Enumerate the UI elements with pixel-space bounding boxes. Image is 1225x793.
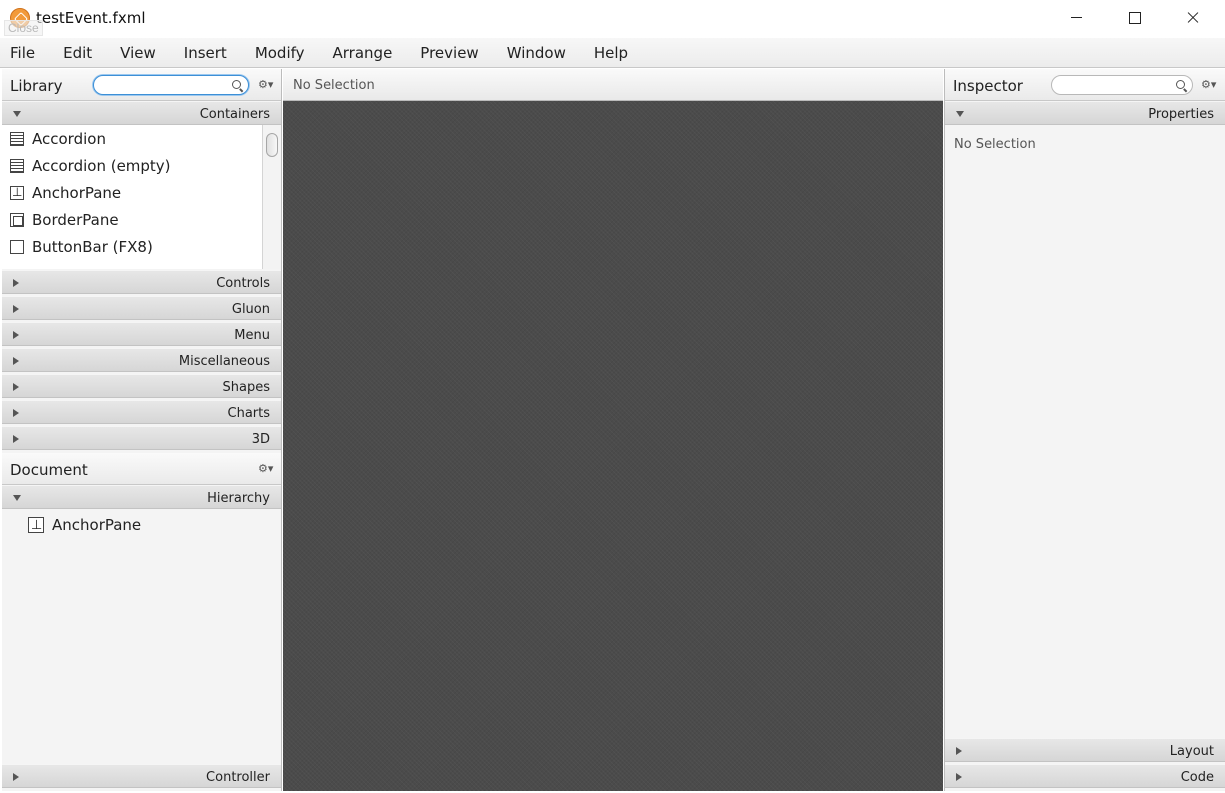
selection-bar: No Selection <box>283 69 943 101</box>
inspector-no-selection: No Selection <box>954 137 1036 152</box>
menu-preview[interactable]: Preview <box>420 44 478 62</box>
list-item-label: Accordion (empty) <box>32 157 171 175</box>
document-title: Document <box>10 461 88 479</box>
title-bar: testEvent.fxml Close <box>0 0 1225 37</box>
section-3d-label: 3D <box>251 432 270 447</box>
collapsed-triangle-icon <box>13 331 19 339</box>
section-containers-label: Containers <box>199 107 270 122</box>
section-hierarchy-label: Hierarchy <box>207 491 270 506</box>
library-search[interactable] <box>93 75 249 95</box>
accordion-icon <box>10 132 24 146</box>
hierarchy-item-label: AnchorPane <box>52 516 142 534</box>
inspector-title: Inspector <box>953 77 1023 95</box>
section-containers[interactable]: Containers <box>2 101 281 125</box>
expanded-triangle-icon <box>13 111 21 117</box>
menu-help[interactable]: Help <box>594 44 628 62</box>
section-hierarchy[interactable]: Hierarchy <box>2 485 281 509</box>
left-panel: Library ⚙▾ Containers Accordion Accordio… <box>2 69 282 791</box>
collapsed-triangle-icon <box>13 279 19 287</box>
border-pane-icon <box>10 213 24 227</box>
search-icon <box>1176 80 1188 92</box>
expanded-triangle-icon <box>13 495 21 501</box>
list-item[interactable]: AnchorPane <box>2 179 262 206</box>
section-properties[interactable]: Properties <box>945 101 1225 125</box>
list-item-label: ButtonBar (FX8) <box>32 238 153 256</box>
menu-window[interactable]: Window <box>507 44 566 62</box>
close-tooltip: Close <box>4 20 43 36</box>
gear-icon[interactable]: ⚙▾ <box>258 78 274 92</box>
inspector-search[interactable] <box>1051 75 1193 95</box>
close-button[interactable] <box>1164 0 1222 35</box>
section-menu[interactable]: Menu <box>2 322 281 346</box>
section-code[interactable]: Code <box>945 764 1225 788</box>
section-controller[interactable]: Controller <box>2 764 281 788</box>
section-menu-label: Menu <box>234 328 270 343</box>
section-charts[interactable]: Charts <box>2 400 281 424</box>
menu-insert[interactable]: Insert <box>184 44 227 62</box>
inspector-header: Inspector ⚙▾ <box>945 69 1225 101</box>
section-3d[interactable]: 3D <box>2 426 281 450</box>
containers-list: Accordion Accordion (empty) AnchorPane B… <box>2 125 262 269</box>
accordion-icon <box>10 159 24 173</box>
selection-path: No Selection <box>293 78 375 93</box>
right-panel: Inspector ⚙▾ Properties No Selection Lay… <box>944 69 1225 791</box>
collapsed-triangle-icon <box>13 435 19 443</box>
scroll-thumb[interactable] <box>266 133 278 157</box>
list-item-label: AnchorPane <box>32 184 122 202</box>
menu-file[interactable]: File <box>10 44 35 62</box>
collapsed-triangle-icon <box>956 773 962 781</box>
section-controller-label: Controller <box>206 770 270 785</box>
collapsed-triangle-icon <box>13 357 19 365</box>
menu-arrange[interactable]: Arrange <box>333 44 393 62</box>
minimize-button[interactable] <box>1048 0 1106 35</box>
containers-scrollbar[interactable] <box>262 125 281 269</box>
section-layout-label: Layout <box>1169 744 1214 759</box>
library-header: Library ⚙▾ <box>2 69 281 101</box>
expanded-triangle-icon <box>956 111 964 117</box>
document-header: Document ⚙▾ <box>2 453 281 485</box>
button-bar-icon <box>10 240 24 254</box>
section-charts-label: Charts <box>227 406 271 421</box>
search-icon <box>232 80 244 92</box>
section-gluon-label: Gluon <box>231 302 270 317</box>
list-item[interactable]: ButtonBar (FX8) <box>2 233 262 260</box>
menu-view[interactable]: View <box>120 44 156 62</box>
section-miscellaneous[interactable]: Miscellaneous <box>2 348 281 372</box>
library-search-input[interactable] <box>102 78 220 92</box>
section-miscellaneous-label: Miscellaneous <box>178 354 270 369</box>
gear-icon[interactable]: ⚙▾ <box>258 462 274 476</box>
list-item[interactable]: BorderPane <box>2 206 262 233</box>
section-layout[interactable]: Layout <box>945 738 1225 762</box>
section-controls[interactable]: Controls <box>2 270 281 294</box>
collapsed-triangle-icon <box>13 773 19 781</box>
window-title: testEvent.fxml <box>36 9 146 27</box>
library-title: Library <box>10 77 63 95</box>
section-properties-label: Properties <box>1148 107 1214 122</box>
menu-bar: File Edit View Insert Modify Arrange Pre… <box>0 38 1225 68</box>
anchor-pane-icon <box>10 185 24 200</box>
section-code-label: Code <box>1180 770 1214 785</box>
anchor-pane-icon <box>28 517 44 533</box>
collapsed-triangle-icon <box>13 383 19 391</box>
menu-edit[interactable]: Edit <box>63 44 92 62</box>
section-controls-label: Controls <box>216 276 270 291</box>
list-item[interactable]: Accordion (empty) <box>2 152 262 179</box>
menu-modify[interactable]: Modify <box>255 44 305 62</box>
collapsed-triangle-icon <box>13 305 19 313</box>
list-item-label: BorderPane <box>32 211 119 229</box>
section-shapes-label: Shapes <box>222 380 270 395</box>
section-gluon[interactable]: Gluon <box>2 296 281 320</box>
maximize-button[interactable] <box>1106 0 1164 35</box>
list-item-label: Accordion <box>32 130 106 148</box>
section-shapes[interactable]: Shapes <box>2 374 281 398</box>
design-canvas[interactable] <box>283 101 943 791</box>
collapsed-triangle-icon <box>13 409 19 417</box>
center-panel: No Selection <box>283 69 943 791</box>
collapsed-triangle-icon <box>956 747 962 755</box>
list-item[interactable]: Accordion <box>2 125 262 152</box>
gear-icon[interactable]: ⚙▾ <box>1201 78 1217 92</box>
